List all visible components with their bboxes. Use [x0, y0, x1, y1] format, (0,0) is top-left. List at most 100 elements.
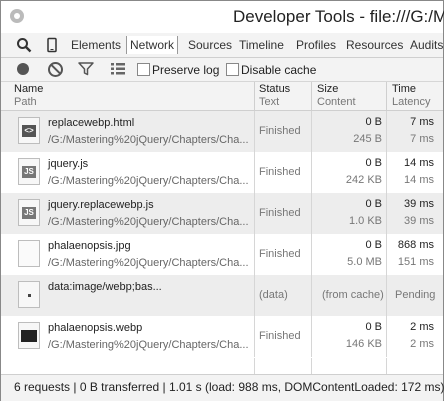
request-size: 0 B [365, 239, 382, 251]
column-divider [386, 152, 387, 193]
column-divider [311, 111, 312, 152]
request-time: Pending [395, 289, 436, 301]
request-name: jquery.replacewebp.js [48, 199, 154, 211]
record-icon[interactable] [17, 63, 29, 75]
request-path: /G:/Mastering%20jQuery/Chapters/Cha... [48, 257, 249, 269]
header-latency-label: Latency [392, 96, 431, 108]
tab-profiles[interactable]: Profiles [296, 38, 336, 52]
request-path: /G:/Mastering%20jQuery/Chapters/Cha... [48, 134, 249, 146]
search-icon[interactable] [16, 37, 32, 53]
request-time: 14 ms [404, 157, 434, 169]
column-divider [311, 275, 312, 316]
request-size: (from cache) [322, 289, 384, 301]
preserve-log-checkbox[interactable] [137, 63, 150, 76]
column-header-status[interactable]: Status Text [254, 82, 290, 110]
header-path-label: Path [14, 96, 37, 108]
request-name: replacewebp.html [48, 117, 135, 129]
view-icon[interactable] [111, 63, 125, 75]
column-header-size[interactable]: Size Content [311, 82, 356, 110]
request-size: 0 B [365, 157, 382, 169]
request-status: Finished [259, 248, 301, 260]
clear-icon[interactable] [48, 62, 63, 77]
request-time: 2 ms [410, 321, 434, 333]
header-size-label: Size [317, 83, 339, 95]
disable-cache-label: Disable cache [241, 63, 317, 77]
column-divider [311, 358, 312, 374]
header-time-label: Time [392, 83, 417, 95]
js-file-icon: JS [18, 158, 40, 185]
table-row[interactable]: phalaenopsis.webp /G:/Mastering%20jQuery… [1, 316, 443, 357]
column-divider [386, 193, 387, 234]
html-file-icon: <> [18, 117, 40, 144]
column-divider [254, 152, 255, 193]
request-latency: 14 ms [404, 174, 434, 186]
column-divider [386, 275, 387, 316]
tab-resources[interactable]: Resources [346, 38, 403, 52]
window-title: Developer Tools - file:///G:/Mas [233, 7, 444, 26]
request-content-size: 1.0 KB [348, 215, 382, 227]
request-latency: 7 ms [410, 133, 434, 145]
tab-sources[interactable]: Sources [188, 38, 232, 52]
tab-audits[interactable]: Audits [410, 38, 443, 52]
request-name: phalaenopsis.webp [48, 322, 143, 334]
request-time: 39 ms [404, 198, 434, 210]
request-status: Finished [259, 330, 301, 342]
column-divider [254, 234, 255, 275]
webp-image-icon [18, 322, 40, 349]
request-path: /G:/Mastering%20jQuery/Chapters/Cha... [48, 216, 249, 228]
request-content-size: 245 B [353, 133, 382, 145]
request-size: 0 B [365, 198, 382, 210]
column-divider [311, 193, 312, 234]
request-time: 868 ms [397, 239, 434, 251]
request-size: 0 B [365, 321, 382, 333]
request-status: Finished [259, 207, 301, 219]
table-row[interactable]: JS jquery.replacewebp.js /G:/Mastering%2… [1, 193, 443, 234]
request-time: 7 ms [410, 116, 434, 128]
column-divider [386, 111, 387, 152]
header-name-label: Name [14, 83, 44, 95]
js-file-icon: JS [18, 199, 40, 226]
header-text-label: Text [259, 96, 280, 108]
request-table-header: Name Path Status Text Size Content Time … [1, 82, 443, 111]
request-content-size: 242 KB [345, 174, 382, 186]
column-divider [254, 358, 255, 374]
tab-elements[interactable]: Elements [71, 38, 121, 52]
request-latency: 39 ms [404, 215, 434, 227]
column-divider [254, 275, 255, 316]
tab-timeline[interactable]: Timeline [239, 38, 284, 52]
column-divider [254, 316, 255, 357]
table-row[interactable]: phalaenopsis.jpg /G:/Mastering%20jQuery/… [1, 234, 443, 275]
request-name: data:image/webp;bas... [48, 281, 162, 293]
status-bar: 6 requests | 0 B transferred | 1.01 s (l… [1, 374, 444, 401]
header-status-label: Status [259, 83, 291, 95]
request-content-size: 146 KB [345, 338, 382, 350]
request-path: /G:/Mastering%20jQuery/Chapters/Cha... [48, 175, 249, 187]
table-row[interactable]: JS jquery.js /G:/Mastering%20jQuery/Chap… [1, 152, 443, 193]
tab-network[interactable]: Network [126, 36, 179, 54]
request-size: 0 B [365, 116, 382, 128]
request-name: phalaenopsis.jpg [48, 240, 131, 252]
title-bar: Developer Tools - file:///G:/Mas [1, 1, 444, 33]
empty-request-area [1, 358, 443, 374]
data-uri-icon [18, 281, 40, 308]
request-name: jquery.js [48, 158, 89, 170]
device-icon[interactable] [44, 37, 60, 53]
devtools-window: Developer Tools - file:///G:/Mas Element… [0, 0, 444, 401]
image-file-icon [18, 240, 40, 267]
column-divider [386, 234, 387, 275]
column-header-time[interactable]: Time Latency [386, 82, 431, 110]
table-row[interactable]: <> replacewebp.html /G:/Mastering%20jQue… [1, 111, 443, 152]
request-status: Finished [259, 166, 301, 178]
request-latency: 2 ms [410, 338, 434, 350]
table-row[interactable]: data:image/webp;bas... (data) (from cach… [1, 275, 443, 316]
column-divider [254, 111, 255, 152]
header-content-label: Content [317, 96, 356, 108]
filter-icon[interactable] [78, 62, 94, 76]
request-path: /G:/Mastering%20jQuery/Chapters/Cha... [48, 339, 249, 351]
panel-tab-bar: Elements Network Sources Timeline Profil… [1, 33, 443, 58]
chrome-app-icon [10, 9, 24, 23]
column-divider [311, 152, 312, 193]
column-divider [386, 358, 387, 374]
request-latency: 151 ms [397, 256, 434, 268]
disable-cache-checkbox[interactable] [226, 63, 239, 76]
